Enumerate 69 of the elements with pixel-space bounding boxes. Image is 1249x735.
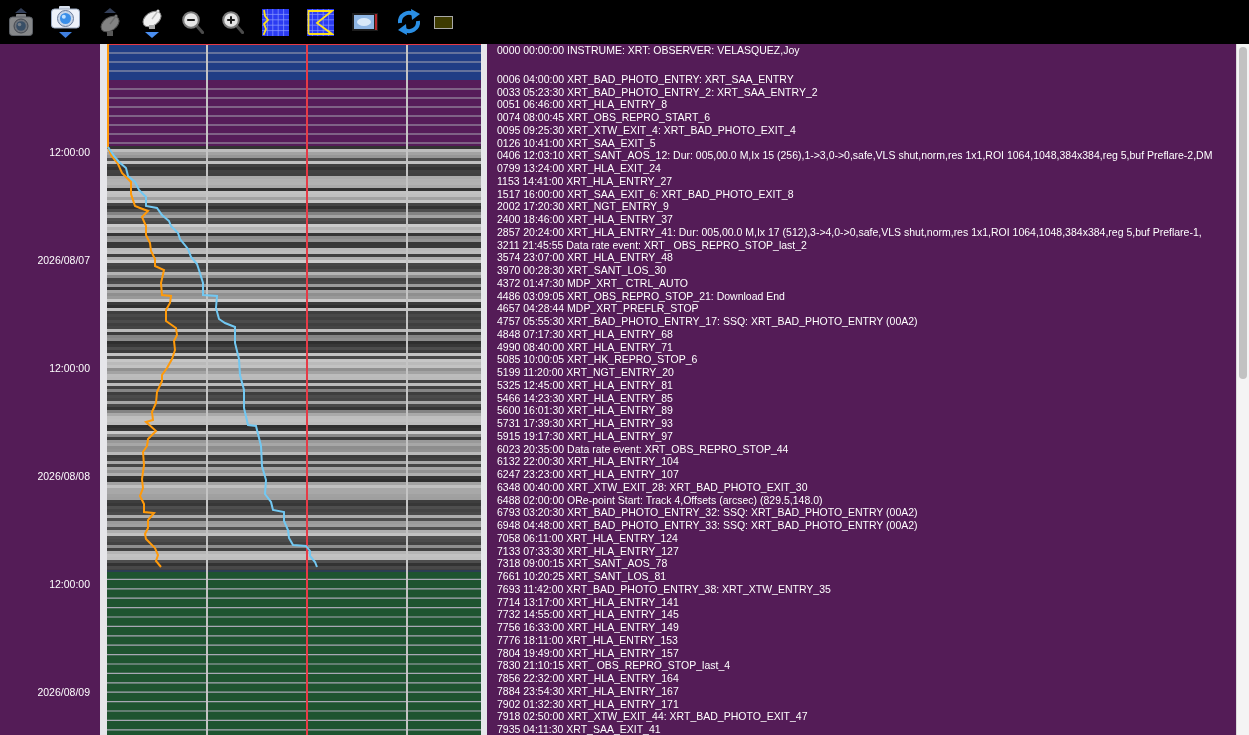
event-line: 1153 14:41:00 XRT_HLA_ENTRY_27 bbox=[497, 174, 673, 188]
event-line: 5731 17:39:30 XRT_HLA_ENTRY_93 bbox=[497, 417, 673, 430]
event-line: 0126 10:41:00 XRT_SAA_EXIT_5 bbox=[497, 136, 656, 150]
event-line: 7133 07:33:30 XRT_HLA_ENTRY_127 bbox=[497, 544, 679, 558]
event-line: 3211 21:45:55 Data rate event: XRT_ OBS_REPRO_STOP_last_2 bbox=[497, 238, 807, 252]
event-line: 3574 23:07:00 XRT_HLA_ENTRY_48 bbox=[497, 251, 673, 264]
event-line: 7661 10:20:25 XRT_SANT_LOS_81 bbox=[497, 570, 667, 583]
event-line: 4372 01:47:30 MDP_XRT_ CTRL_AUTO bbox=[497, 276, 689, 290]
event-line: 0051 06:46:00 XRT_HLA_ENTRY_8 bbox=[497, 98, 668, 111]
event-line: 6948 04:48:00 XRT_BAD_PHOTO_ENTRY_33: SSQ: XRT_BAD_PHOTO_ENTRY (00A2) bbox=[497, 519, 918, 532]
event-line: 7776 18:11:00 XRT_HLA_ENTRY_153 bbox=[497, 633, 678, 647]
event-line: 4486 03:09:05 XRT_OBS_REPRO_STOP_21: Download End bbox=[497, 289, 785, 303]
zigzag-plot-icon[interactable] bbox=[307, 8, 334, 36]
event-line: 7732 14:55:00 XRT_HLA_ENTRY_145 bbox=[497, 608, 679, 621]
event-line: 5325 12:45:00 XRT_HLA_ENTRY_81 bbox=[497, 378, 673, 392]
event-line: 1517 16:00:00 XRT_SAA_EXIT_6: XRT_BAD_PHOTO_EXIT_8 bbox=[497, 187, 794, 201]
event-line: 0095 09:25:30 XRT_XTW_EXIT_4: XRT_BAD_PHOTO_EXIT_4 bbox=[497, 123, 796, 137]
event-line: 7935 04:11:30 XRT_SAA_EXIT_41 bbox=[497, 723, 661, 735]
event-line: 0799 13:24:00 XRT_HLA_EXIT_24 bbox=[497, 162, 661, 175]
event-line: 0006 04:00:00 XRT_BAD_PHOTO_ENTRY: XRT_SAA_ENTRY bbox=[497, 72, 794, 86]
event-line: 4757 05:55:30 XRT_BAD_PHOTO_ENTRY_17: SSQ: XRT_BAD_PHOTO_ENTRY (00A2) bbox=[497, 315, 918, 328]
event-line: 7884 23:54:30 XRT_HLA_ENTRY_167 bbox=[497, 684, 679, 698]
scrollbar[interactable] bbox=[1236, 44, 1249, 735]
event-line: 5085 10:00:05 XRT_HK_REPRO_STOP_6 bbox=[497, 353, 698, 366]
event-line: 6132 22:00:30 XRT_HLA_ENTRY_104 bbox=[497, 455, 679, 468]
axis-label: 12:00:00 bbox=[49, 578, 90, 590]
event-line: 5466 14:23:30 XRT_HLA_ENTRY_85 bbox=[497, 391, 673, 405]
axis-label: 2026/08/07 bbox=[37, 254, 90, 266]
event-line: 2002 17:20:30 XRT_NGT_ENTRY_9 bbox=[497, 200, 669, 213]
refresh-icon[interactable] bbox=[396, 8, 422, 36]
event-line: 7756 16:33:00 XRT_HLA_ENTRY_149 bbox=[497, 621, 679, 634]
event-line: 6488 02:00:00 ORe-point Start: Track 4,Offsets (arcsec) (829.5,148.0) bbox=[497, 493, 823, 507]
event-line: 0033 05:23:30 XRT_BAD_PHOTO_ENTRY_2: XRT_SAA_ENTRY_2 bbox=[497, 85, 818, 99]
event-line: 4657 04:28:44 MDP_XRT_PREFLR_STOP bbox=[497, 302, 699, 315]
zoom-in-icon[interactable] bbox=[222, 10, 244, 34]
event-line: 4990 08:40:00 XRT_HLA_ENTRY_71 bbox=[497, 340, 673, 354]
event-line: 6023 20:35:00 Data rate event: XRT_OBS_REPRO_STOP_44 bbox=[497, 442, 789, 456]
event-line: 7856 22:32:00 XRT_HLA_ENTRY_164 bbox=[497, 672, 679, 685]
event-line: 0406 12:03:10 XRT_SANT_AOS_12: Dur: 005,00.0 M,Ix 15 (256),1->3,0->0,safe,VLS shut,norm,res 1x1,ROI 1064,1048,384x384,reg 5,buf Preflare-2,DM bbox=[497, 149, 1213, 162]
color-swatch-icon[interactable] bbox=[434, 15, 453, 29]
event-line: 7318 09:00:15 XRT_SANT_AOS_78 bbox=[497, 557, 668, 570]
event-line: 5199 11:20:00 XRT_NGT_ENTRY_20 bbox=[497, 366, 674, 379]
event-line: 2857 20:24:00 XRT_HLA_ENTRY_41: Dur: 005,00.0 M,Ix 17 (512),3->4,0->0,safe,VLS shut,norm,res 1x1,ROI 1064,1048,384x384,reg 5,buf Preflare-1, bbox=[497, 225, 1202, 239]
event-line: 2400 18:46:00 XRT_HLA_ENTRY_37 bbox=[497, 213, 673, 226]
event-line: 6793 03:20:30 XRT_BAD_PHOTO_ENTRY_32: SSQ: XRT_BAD_PHOTO_ENTRY (00A2) bbox=[497, 506, 918, 519]
image-frame-icon[interactable] bbox=[352, 13, 378, 31]
event-line: 7804 19:49:00 XRT_HLA_ENTRY_157 bbox=[497, 646, 679, 660]
axis-label: 12:00:00 bbox=[49, 146, 90, 158]
axis-label: 2026/08/08 bbox=[37, 470, 90, 482]
camera-down-arrow-icon[interactable] bbox=[51, 6, 80, 38]
event-line: 5915 19:17:30 XRT_HLA_ENTRY_97 bbox=[497, 429, 673, 443]
event-line: 0000 00:00:00 INSTRUME: XRT: OBSERVER: VELASQUEZ,Joy bbox=[497, 44, 800, 57]
event-line: 4848 07:17:30 XRT_HLA_ENTRY_68 bbox=[497, 327, 673, 341]
event-line: 6348 00:40:00 XRT_XTW_EXIT_28: XRT_BAD_PHOTO_EXIT_30 bbox=[497, 480, 808, 494]
axis-label: 2026/08/09 bbox=[37, 686, 90, 698]
event-line: 7714 13:17:00 XRT_HLA_ENTRY_141 bbox=[497, 595, 679, 609]
axis-label: 12:00:00 bbox=[49, 362, 90, 374]
event-line: 7918 02:50:00 XRT_XTW_EXIT_44: XRT_BAD_PHOTO_EXIT_47 bbox=[497, 710, 808, 723]
grid-plot-icon[interactable] bbox=[262, 8, 289, 36]
scrollbar-thumb[interactable] bbox=[1239, 47, 1247, 379]
event-line: 3970 00:28:30 XRT_SANT_LOS_30 bbox=[497, 264, 667, 277]
event-line: 7693 11:42:00 XRT_BAD_PHOTO_ENTRY_38: XRT_XTW_ENTRY_35 bbox=[497, 582, 831, 596]
event-line: 5600 16:01:30 XRT_HLA_ENTRY_89 bbox=[497, 404, 673, 417]
event-line: 7902 01:32:30 XRT_HLA_ENTRY_171 bbox=[497, 697, 679, 711]
event-line: 7830 21:10:15 XRT_ OBS_REPRO_STOP_last_4 bbox=[497, 659, 731, 672]
zoom-out-icon[interactable] bbox=[182, 10, 204, 34]
event-line: 6247 23:23:00 XRT_HLA_ENTRY_107 bbox=[497, 468, 679, 481]
event-line: 0074 08:00:45 XRT_OBS_REPRO_START_6 bbox=[497, 111, 711, 124]
event-line: 7058 06:11:00 XRT_HLA_ENTRY_124 bbox=[497, 531, 678, 545]
